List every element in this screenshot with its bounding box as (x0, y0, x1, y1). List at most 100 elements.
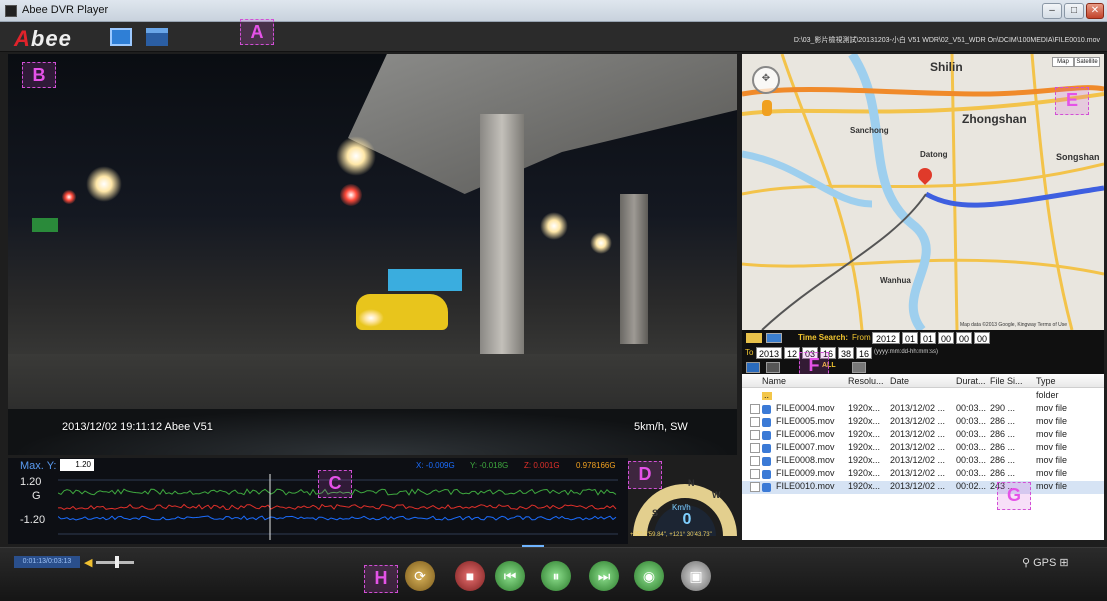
from-minute-field[interactable]: 00 (956, 332, 972, 344)
map-view[interactable] (742, 54, 1104, 330)
headlight (358, 309, 384, 327)
map-pan-control-icon[interactable]: ✥ (752, 66, 780, 94)
file-name: FILE0006.mov (776, 429, 835, 439)
from-day-field[interactable]: 01 (920, 332, 936, 344)
map-tab-satellite[interactable]: Satellite (1074, 57, 1100, 67)
file-name: FILE0009.mov (776, 468, 835, 478)
row-checkbox[interactable] (750, 430, 760, 440)
grid-view-icon[interactable] (766, 362, 780, 373)
pegman-icon[interactable] (762, 100, 772, 116)
map-label-wanhua: Wanhua (880, 276, 911, 285)
folder-icon[interactable] (746, 333, 762, 343)
row-checkbox[interactable] (750, 456, 760, 466)
list-item[interactable]: FILE0008.mov 1920x... 2013/12/02 ... 00:… (742, 455, 1104, 468)
column-header-name[interactable]: Name (762, 376, 786, 386)
column-header-file-size[interactable]: File Si... (990, 376, 1023, 386)
from-year-field[interactable]: 2012 (872, 332, 900, 344)
dial-label-n: N (688, 478, 695, 488)
seek-indicator[interactable] (522, 545, 544, 547)
list-item[interactable]: FILE0006.mov 1920x... 2013/12/02 ... 00:… (742, 429, 1104, 442)
volume-icon[interactable]: ◀ (84, 556, 92, 569)
to-year-field[interactable]: 2013 (756, 347, 782, 359)
marker-e: E (1055, 87, 1089, 115)
previous-button[interactable]: ⏮ (495, 561, 525, 591)
map-tab-map[interactable]: Map (1052, 57, 1074, 67)
list-item[interactable]: FILE0004.mov 1920x... 2013/12/02 ... 00:… (742, 403, 1104, 416)
file-resolution: 1920x... (848, 442, 881, 452)
max-y-input[interactable] (60, 459, 94, 471)
file-duration: 00:03... (956, 468, 987, 478)
list-item[interactable]: FILE0005.mov 1920x... 2013/12/02 ... 00:… (742, 416, 1104, 429)
street-light (540, 212, 568, 240)
next-button[interactable]: ⏭ (589, 561, 619, 591)
to-second-field[interactable]: 16 (856, 347, 872, 359)
from-second-field[interactable]: 00 (974, 332, 990, 344)
open-folder-icon[interactable] (146, 28, 168, 46)
file-resolution: 1920x... (848, 429, 881, 439)
gps-coordinates: +25° 2'59.84", +121° 30'43.73" (630, 532, 712, 538)
file-duration: 00:03... (956, 416, 987, 426)
to-month-field[interactable]: 12 (784, 347, 800, 359)
marker-c: C (318, 470, 352, 498)
file-resolution: 1920x... (848, 481, 881, 491)
video-player[interactable] (8, 54, 737, 455)
list-item-selected[interactable]: FILE0010.mov 1920x... 2013/12/02 ... 00:… (742, 481, 1104, 494)
row-checkbox[interactable] (750, 417, 760, 427)
playback-time: 0:01:13/0:03:13 (14, 556, 80, 568)
file-size: 286 ... (990, 442, 1016, 452)
row-checkbox[interactable] (750, 469, 760, 479)
maximize-button[interactable]: □ (1064, 3, 1084, 19)
to-minute-field[interactable]: 38 (838, 347, 854, 359)
file-size: 286 ... (990, 416, 1016, 426)
gps-toggle-group[interactable]: ⚲ GPS ⊞ (1022, 556, 1069, 569)
open-file-icon[interactable] (110, 28, 132, 46)
file-date: 2013/12/02 ... (890, 468, 946, 478)
file-type: mov file (1036, 416, 1068, 426)
file-date: 2013/12/02 ... (890, 429, 946, 439)
file-type: mov file (1036, 442, 1068, 452)
list-item[interactable]: FILE0007.mov 1920x... 2013/12/02 ... 00:… (742, 442, 1104, 455)
row-checkbox[interactable] (750, 482, 760, 492)
stop-button[interactable]: ■ (455, 561, 485, 591)
video-file-icon (762, 457, 771, 466)
minimize-button[interactable]: – (1042, 3, 1062, 19)
file-size: 286 ... (990, 468, 1016, 478)
gps-label: GPS (1033, 557, 1057, 569)
row-checkbox[interactable] (750, 443, 760, 453)
column-header-type[interactable]: Type (1036, 376, 1056, 386)
video-file-icon (762, 470, 771, 479)
marker-h: H (364, 565, 398, 593)
file-path: D:\03_影片檢視測試\20131203-小白 V51 WDR\02_V51_… (793, 37, 1100, 44)
list-item[interactable]: .. folder (742, 390, 1104, 403)
calendar-icon[interactable] (766, 333, 782, 343)
info-icon[interactable] (852, 362, 866, 373)
overpass (348, 54, 737, 194)
window-mode-button[interactable]: ▣ (681, 561, 711, 591)
volume-slider-handle[interactable] (114, 556, 119, 568)
file-size: 286 ... (990, 429, 1016, 439)
list-view-icon[interactable] (746, 362, 760, 373)
marker-b: B (22, 62, 56, 88)
from-month-field[interactable]: 01 (902, 332, 918, 344)
file-type: mov file (1036, 481, 1068, 491)
video-file-icon (762, 405, 771, 414)
street-light (86, 166, 122, 202)
bridge-pillar (620, 194, 648, 344)
video-file-icon (762, 483, 771, 492)
bridge-pillar (480, 114, 524, 354)
list-item[interactable]: FILE0009.mov 1920x... 2013/12/02 ... 00:… (742, 468, 1104, 481)
row-checkbox[interactable] (750, 404, 760, 414)
close-button[interactable]: ✕ (1086, 3, 1104, 19)
file-type: mov file (1036, 429, 1068, 439)
file-duration: 00:02... (956, 481, 987, 491)
pause-button[interactable]: ⏸ (541, 561, 571, 591)
layout-icon: ⊞ (1059, 557, 1069, 569)
file-date: 2013/12/02 ... (890, 416, 946, 426)
file-name: FILE0010.mov (776, 481, 835, 491)
column-header-resolution[interactable]: Resolu... (848, 376, 884, 386)
column-header-duration[interactable]: Durat... (956, 376, 986, 386)
from-hour-field[interactable]: 00 (938, 332, 954, 344)
snapshot-button[interactable]: ◉ (634, 561, 664, 591)
repeat-button[interactable]: ⟳ (405, 561, 435, 591)
column-header-date[interactable]: Date (890, 376, 909, 386)
